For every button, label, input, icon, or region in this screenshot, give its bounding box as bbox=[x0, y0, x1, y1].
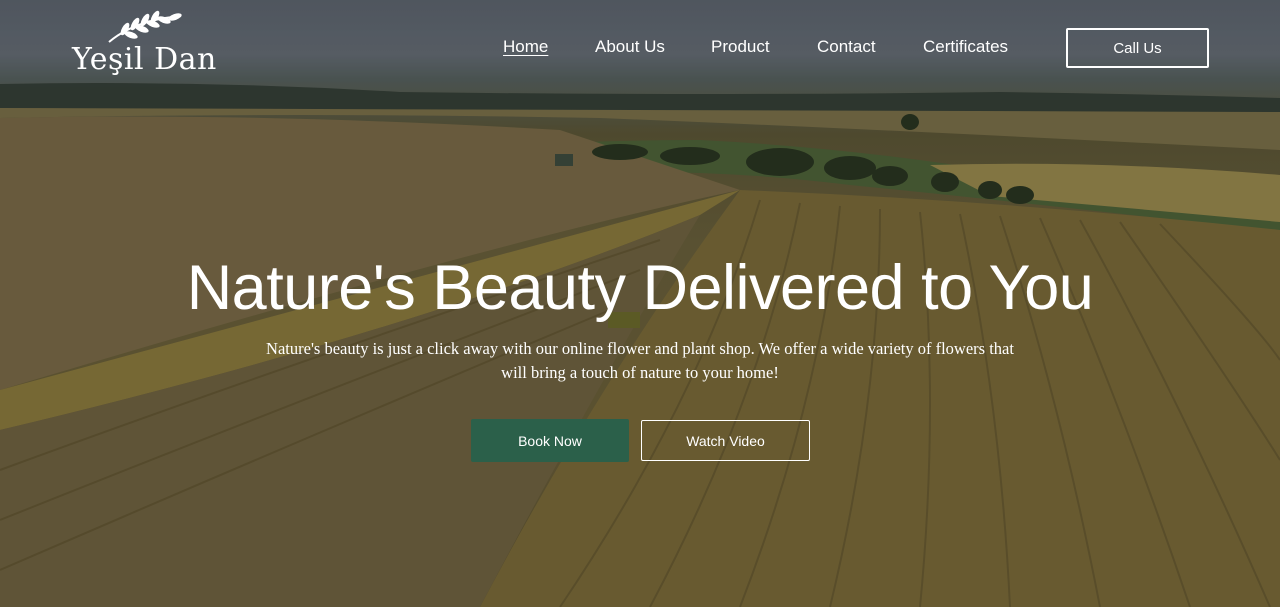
hero-title: Nature's Beauty Delivered to You bbox=[186, 253, 1094, 323]
hero-subtitle: Nature's beauty is just a click away wit… bbox=[266, 339, 1014, 382]
book-now-button[interactable]: Book Now bbox=[471, 419, 629, 462]
wheat-icon bbox=[108, 10, 182, 43]
brand-logo[interactable]: Yeşil Dan bbox=[70, 10, 220, 82]
nav-contact[interactable]: Contact bbox=[817, 37, 876, 57]
brand-name: Yeşil Dan bbox=[72, 42, 217, 77]
nav-certificates[interactable]: Certificates bbox=[923, 37, 1008, 57]
nav-about-us[interactable]: About Us bbox=[595, 37, 665, 57]
nav-home[interactable]: Home bbox=[503, 37, 548, 57]
watch-video-button[interactable]: Watch Video bbox=[641, 420, 810, 461]
call-us-button[interactable]: Call Us bbox=[1066, 28, 1209, 68]
nav-product[interactable]: Product bbox=[711, 37, 770, 57]
